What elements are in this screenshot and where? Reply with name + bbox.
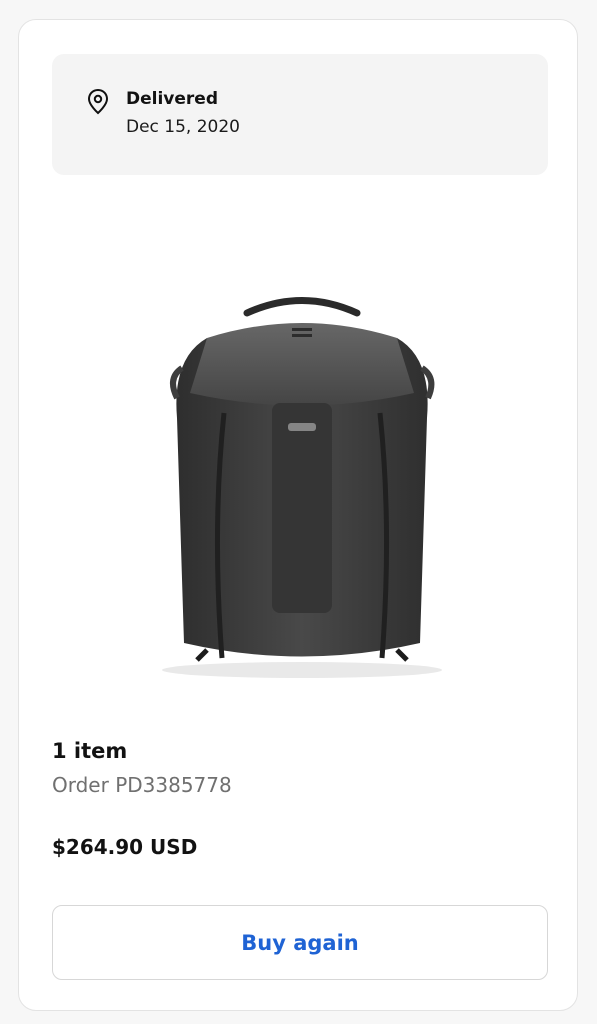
item-count: 1 item [52, 739, 128, 763]
buy-again-label: Buy again [241, 930, 359, 955]
delivery-date: Dec 15, 2020 [126, 117, 241, 137]
delivery-status: Delivered [126, 89, 218, 109]
location-pin-icon [87, 88, 109, 115]
backpack-image [162, 297, 442, 678]
order-total: $264.90 USD [52, 835, 198, 859]
order-number: Order PD3385778 [52, 773, 232, 797]
buy-again-button[interactable]: Buy again [52, 905, 548, 980]
delivery-status-panel: Delivered Dec 15, 2020 [52, 54, 548, 175]
order-card: Delivered Dec 15, 2020 1 item Order PD33… [18, 19, 578, 1011]
